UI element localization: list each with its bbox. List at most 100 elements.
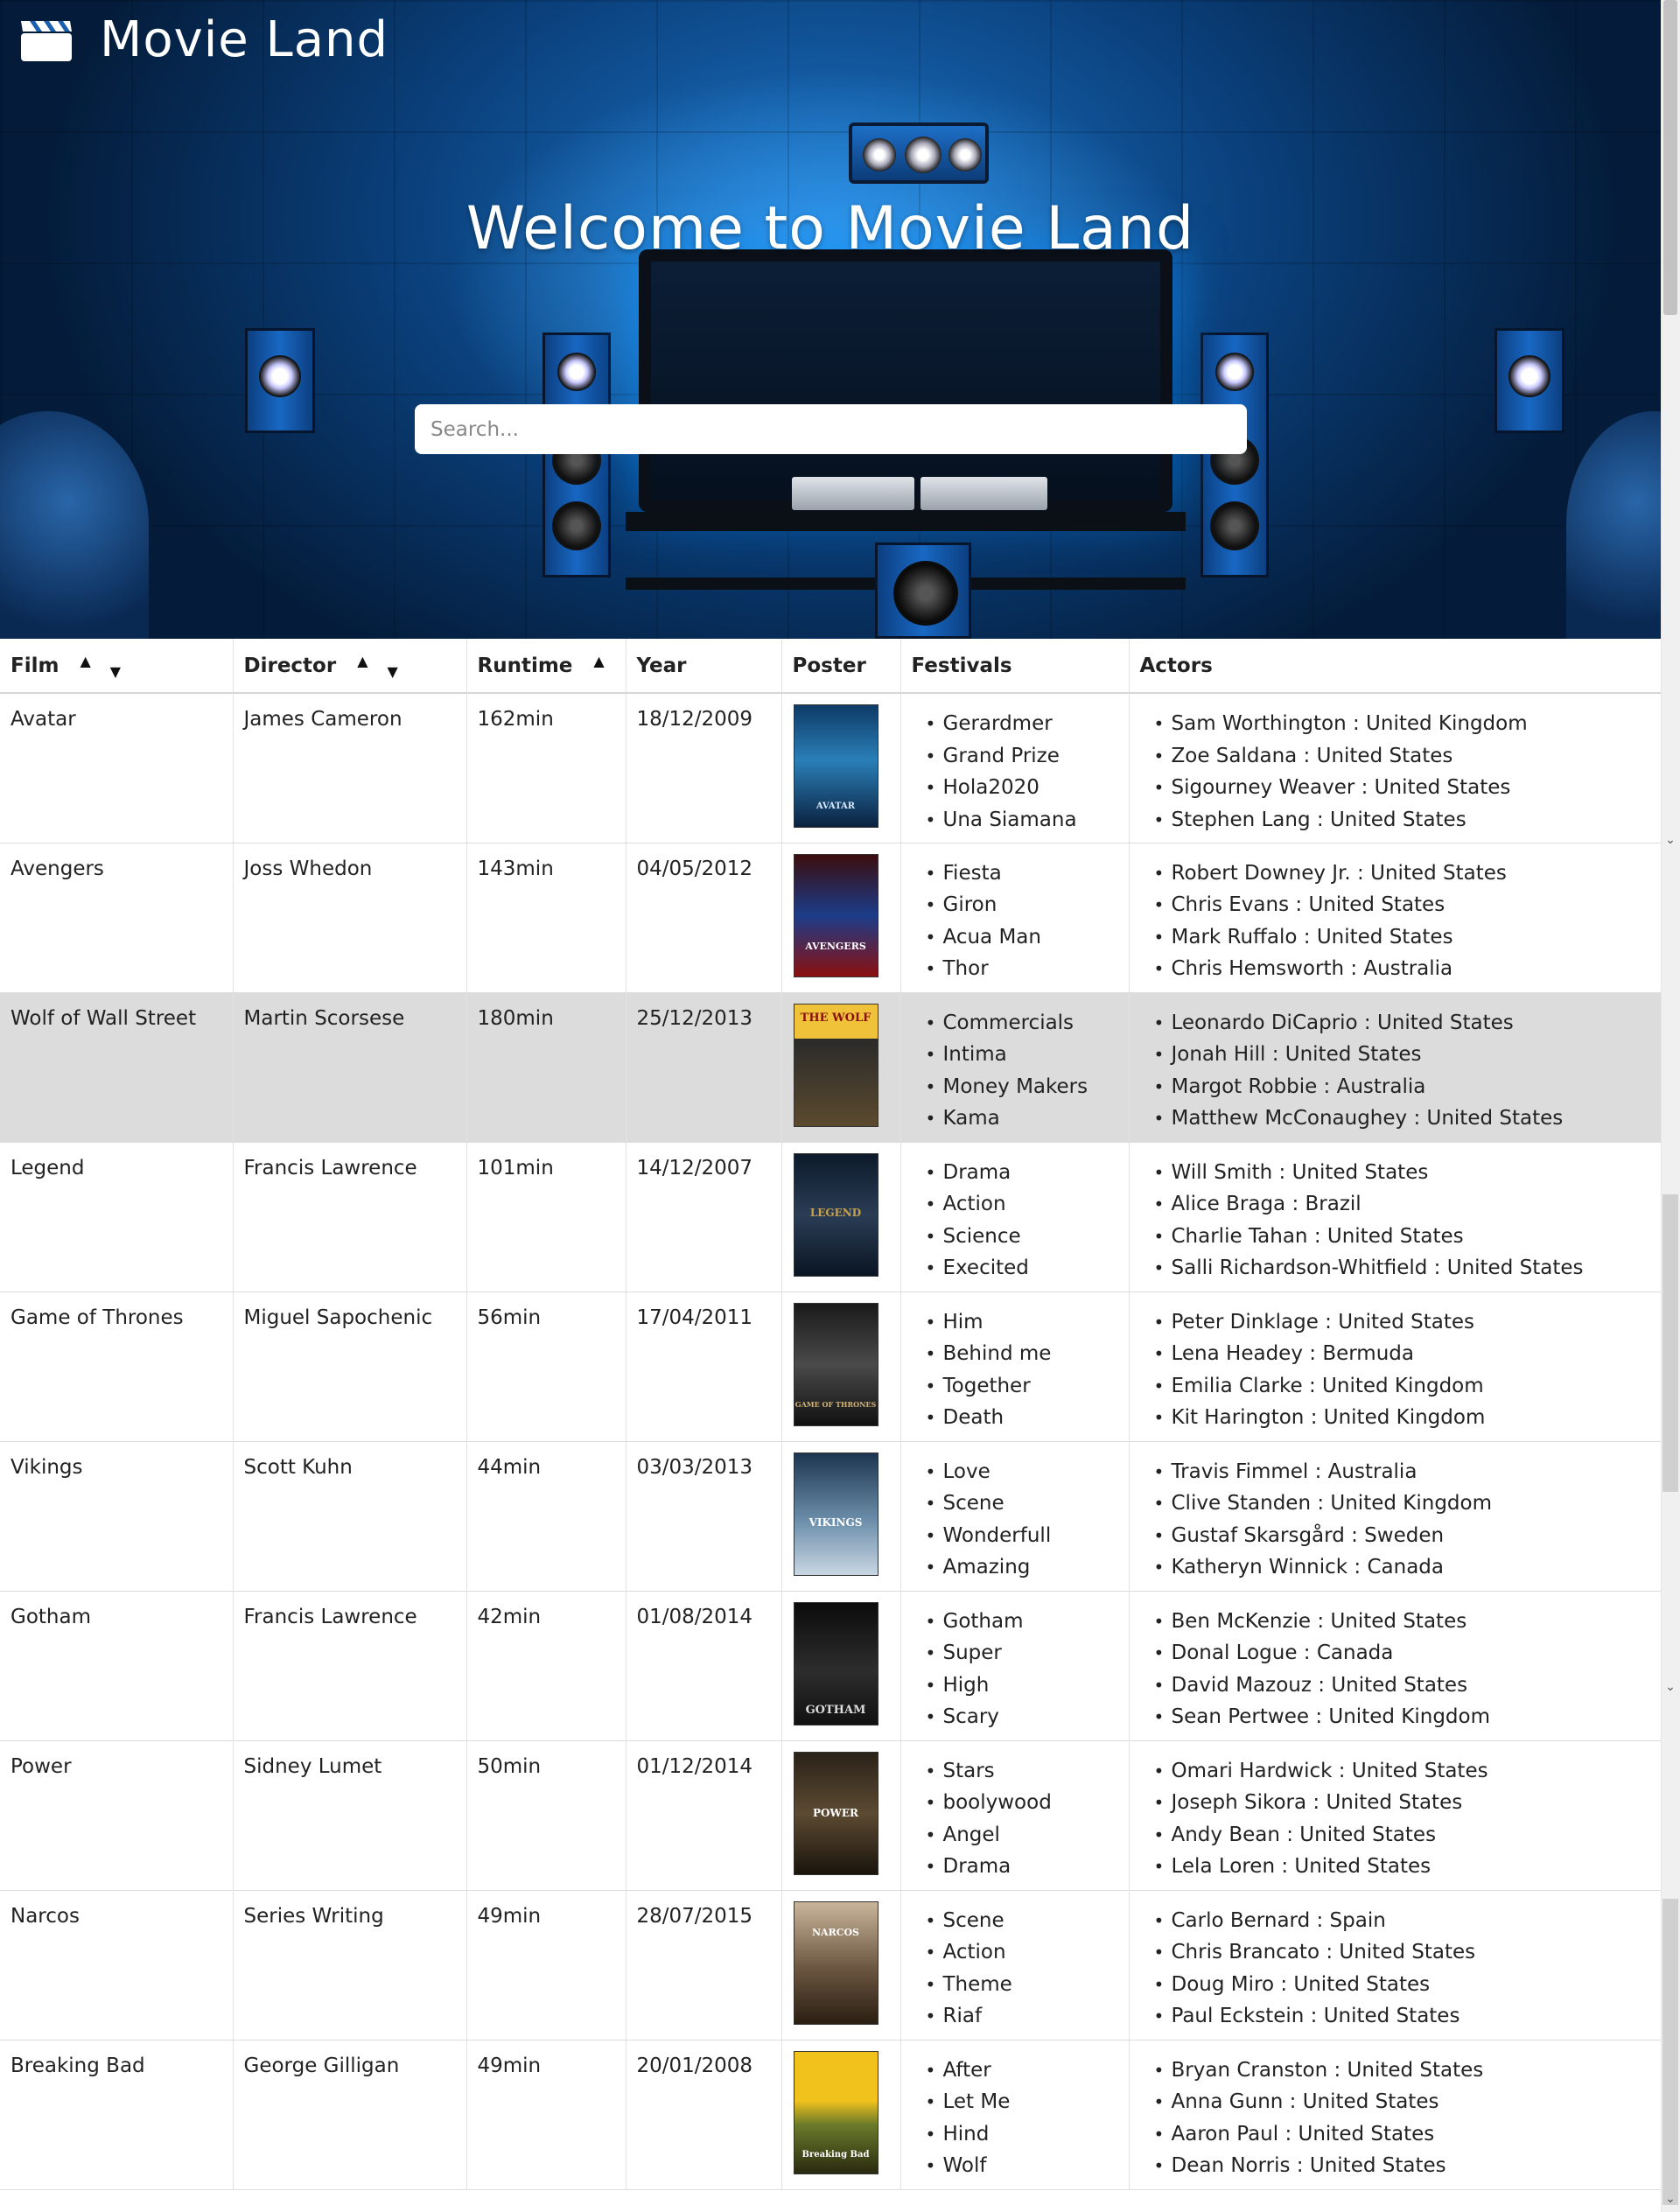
cell-festivals: GothamSuperHighScary bbox=[900, 1591, 1130, 1741]
actor-item: Chris Evans : United States bbox=[1154, 889, 1651, 921]
sort-down-icon[interactable]: ▼ bbox=[110, 663, 121, 680]
table-row[interactable]: Narcos Series Writing 49min 28/07/2015 NARCO… bbox=[0, 1890, 1661, 2040]
actor-item: Chris Brancato : United States bbox=[1154, 1936, 1651, 1969]
cell-actors-list: Robert Downey Jr. : United StatesChris E… bbox=[1140, 858, 1651, 985]
poster-title: POWER bbox=[812, 1806, 859, 1819]
tv-shelf bbox=[626, 512, 1186, 531]
poster-image[interactable]: GOTHAM bbox=[793, 1601, 878, 1726]
cell-festivals-list: LoveSceneWonderfullAmazing bbox=[912, 1456, 1118, 1584]
festival-item: Super bbox=[926, 1637, 1118, 1670]
inner-scroll-thumb[interactable] bbox=[1662, 1194, 1678, 1492]
cell-festivals-list: GothamSuperHighScary bbox=[912, 1606, 1118, 1733]
poster-image[interactable]: VIKINGS bbox=[793, 1452, 878, 1576]
sort-controls[interactable]: ▲ bbox=[593, 653, 604, 675]
festival-item: Gerardmer bbox=[926, 708, 1118, 740]
cell-actors: Leonardo DiCaprio : United StatesJonah H… bbox=[1129, 992, 1661, 1143]
cell-film: Avengers bbox=[0, 843, 234, 993]
poster-title: Breaking Bad bbox=[802, 2149, 870, 2160]
cell-festivals: SceneActionThemeRiaf bbox=[900, 1890, 1130, 2040]
table-row[interactable]: Game of Thrones Miguel Sapochenic 56min 17/… bbox=[0, 1292, 1661, 1442]
actor-item: Will Smith : United States bbox=[1154, 1157, 1651, 1189]
brand[interactable]: Movie Land bbox=[19, 9, 388, 70]
poster-title: VIKINGS bbox=[808, 1516, 863, 1529]
sort-up-icon[interactable]: ▲ bbox=[593, 653, 604, 669]
table-row[interactable]: VikingsScott Kuhn44min03/03/2013 VIKINGS L… bbox=[0, 1441, 1661, 1592]
table-row[interactable]: Breaking Bad George Gilligan 49min 20/01/20… bbox=[0, 2040, 1661, 2190]
sort-up-icon[interactable]: ▲ bbox=[80, 653, 90, 669]
page-scroll-thumb[interactable] bbox=[1663, 0, 1677, 315]
search-input[interactable] bbox=[415, 404, 1247, 454]
poster-image[interactable]: Breaking Bad bbox=[793, 2050, 878, 2174]
scroll-down-icon[interactable]: ⌄ bbox=[1663, 833, 1677, 847]
table-header-row: Film ▲▼ Director ▲▼ Runtime ▲ Year Poste… bbox=[0, 639, 1661, 694]
festival-item: Love bbox=[926, 1456, 1118, 1488]
column-header-festivals: Festivals bbox=[900, 639, 1130, 694]
sort-down-icon[interactable]: ▼ bbox=[388, 663, 398, 680]
actor-item: Sean Pertwee : United Kingdom bbox=[1154, 1701, 1651, 1733]
table-row[interactable]: Wolf of Wall Street Martin Scorsese 180min… bbox=[0, 992, 1661, 1143]
festival-item: Action bbox=[926, 1936, 1118, 1969]
poster-image[interactable]: AVATAR bbox=[793, 704, 878, 828]
poster-image[interactable]: GAME OF THRONES bbox=[793, 1302, 878, 1426]
poster-image[interactable]: LEGEND bbox=[793, 1152, 878, 1277]
inner-scroll-thumb[interactable] bbox=[1662, 1899, 1678, 2205]
scroll-down-icon[interactable]: ⌄ bbox=[1663, 1680, 1677, 1694]
poster-image[interactable]: AVENGERS bbox=[793, 853, 878, 977]
column-header-film[interactable]: Film ▲▼ bbox=[0, 639, 234, 694]
center-speaker bbox=[849, 122, 989, 184]
poster-image[interactable]: POWER bbox=[793, 1751, 878, 1875]
cell-year: 28/07/2015 bbox=[626, 1890, 782, 2040]
cell-film: Breaking Bad bbox=[0, 2040, 234, 2190]
cell-year: 14/12/2007 bbox=[626, 1142, 782, 1292]
cell-runtime: 49min bbox=[466, 1890, 626, 2040]
cell-runtime: 101min bbox=[466, 1142, 626, 1292]
sort-controls[interactable]: ▲▼ bbox=[80, 653, 121, 680]
cell-runtime: 162min bbox=[466, 693, 626, 844]
actor-item: Salli Richardson-Whitfield : United Stat… bbox=[1154, 1252, 1651, 1284]
festival-item: Stars bbox=[926, 1755, 1118, 1788]
actor-item: David Mazouz : United States bbox=[1154, 1670, 1651, 1702]
table-row[interactable]: PowerSidney Lumet50min01/12/2014 POWER Sta… bbox=[0, 1740, 1661, 1891]
cell-runtime: 49min bbox=[466, 2040, 626, 2190]
speaker-tower bbox=[542, 332, 611, 578]
hero-title: Welcome to Movie Land bbox=[466, 194, 1195, 263]
column-header-runtime[interactable]: Runtime ▲ bbox=[466, 639, 626, 694]
festival-item: Drama bbox=[926, 1851, 1118, 1883]
cell-poster: POWER bbox=[781, 1740, 901, 1891]
poster-title: AVENGERS bbox=[805, 940, 866, 952]
actor-item: Clive Standen : United Kingdom bbox=[1154, 1488, 1651, 1520]
cell-director: Francis Lawrence bbox=[233, 1591, 467, 1741]
poster-image[interactable]: THE WOLF bbox=[793, 1003, 878, 1127]
hero-tv bbox=[639, 249, 1172, 512]
subwoofer bbox=[875, 542, 971, 639]
column-header-director[interactable]: Director ▲▼ bbox=[233, 639, 467, 694]
cell-festivals-list: SceneActionThemeRiaf bbox=[912, 1905, 1118, 2033]
sort-controls[interactable]: ▲▼ bbox=[357, 653, 398, 680]
table-row[interactable]: Gotham Francis Lawrence 42min 01/08/2014 GOT… bbox=[0, 1591, 1661, 1741]
scroll-down-icon[interactable]: ⌄ bbox=[1663, 2192, 1677, 2206]
actor-item: Dean Norris : United States bbox=[1154, 2150, 1651, 2182]
table-row[interactable]: Avengers Joss Whedon 143min 04/05/2012 AVENG… bbox=[0, 843, 1661, 993]
cell-actors-list: Peter Dinklage : United StatesLena Heade… bbox=[1140, 1306, 1651, 1434]
poster-title: GAME OF THRONES bbox=[794, 1399, 877, 1409]
column-header-year[interactable]: Year bbox=[626, 639, 782, 694]
festival-item: Thor bbox=[926, 953, 1118, 985]
festival-item: Wolf bbox=[926, 2150, 1118, 2182]
festival-item: Scary bbox=[926, 1701, 1118, 1733]
actor-item: Mark Ruffalo : United States bbox=[1154, 921, 1651, 954]
table-row[interactable]: Avatar James Cameron 162min 18/12/2009 AVATA… bbox=[0, 693, 1661, 844]
page-scrollbar[interactable] bbox=[1661, 0, 1680, 2212]
sort-up-icon[interactable]: ▲ bbox=[357, 653, 368, 669]
festival-item: Action bbox=[926, 1188, 1118, 1221]
speaker-tower bbox=[1494, 328, 1564, 433]
cell-festivals: AfterLet MeHindWolf bbox=[900, 2040, 1130, 2190]
cell-year: 04/05/2012 bbox=[626, 843, 782, 993]
actor-item: Kit Harington : United Kingdom bbox=[1154, 1402, 1651, 1434]
brand-name[interactable]: Movie Land bbox=[100, 11, 388, 68]
festival-item: Scene bbox=[926, 1488, 1118, 1520]
festival-item: Grand Prize bbox=[926, 740, 1118, 773]
poster-image[interactable]: NARCOS bbox=[793, 1900, 878, 2025]
table-row[interactable]: Legend Francis Lawrence 101min 14/12/2007 LE… bbox=[0, 1142, 1661, 1292]
cell-actors-list: Sam Worthington : United KingdomZoe Sald… bbox=[1140, 708, 1651, 836]
actor-item: Zoe Saldana : United States bbox=[1154, 740, 1651, 773]
